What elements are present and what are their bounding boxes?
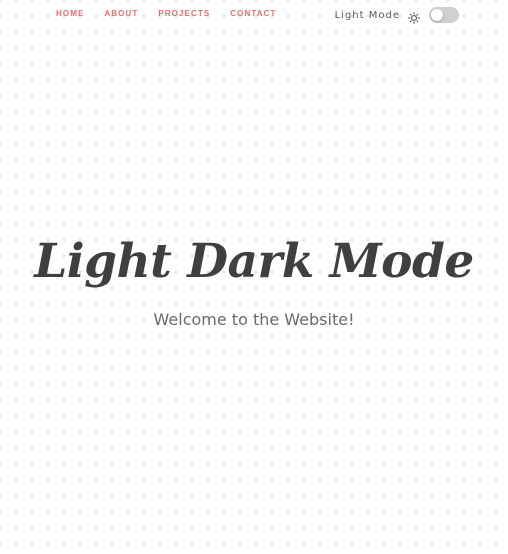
hero-section: Light Dark Mode Welcome to the Website! xyxy=(0,0,508,554)
welcome-subtitle: Welcome to the Website! xyxy=(153,310,355,329)
page-title: Light Dark Mode xyxy=(34,234,474,289)
